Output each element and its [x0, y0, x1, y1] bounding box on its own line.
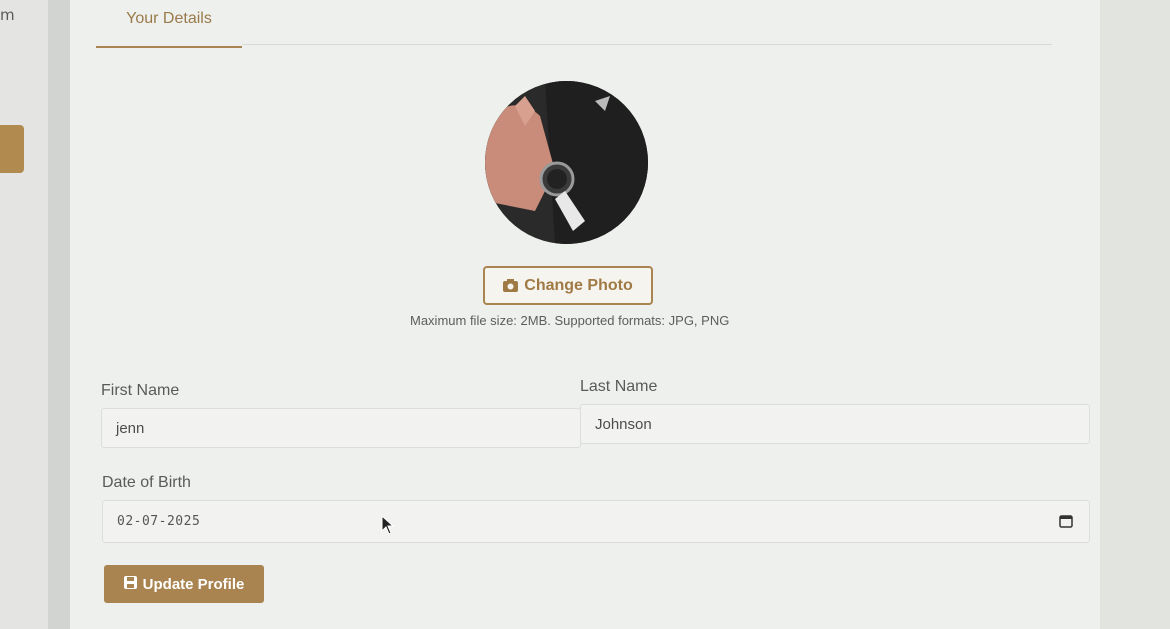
tab-your-details[interactable]: Your Details — [96, 8, 242, 48]
dob-label: Date of Birth — [102, 474, 191, 491]
change-photo-label: Change Photo — [524, 276, 633, 294]
avatar — [485, 81, 648, 244]
first-name-label: First Name — [101, 382, 180, 399]
last-name-input[interactable]: Johnson — [580, 404, 1090, 444]
last-name-value: Johnson — [595, 415, 652, 433]
tab-label: Your Details — [126, 10, 212, 27]
dob-value: 02-07-2025 — [117, 514, 201, 529]
mouse-cursor-icon — [381, 514, 395, 540]
first-name-value: jenn — [116, 419, 145, 437]
calendar-icon[interactable] — [1059, 514, 1073, 532]
gutter — [48, 0, 70, 629]
update-profile-button[interactable]: Update Profile — [104, 565, 264, 603]
avatar-photo — [485, 81, 648, 244]
sidebar: m — [0, 0, 48, 629]
update-profile-label: Update Profile — [142, 575, 245, 593]
save-icon — [123, 575, 137, 593]
tab-divider — [242, 44, 1052, 45]
sidebar-partial-text: m — [0, 6, 15, 24]
dob-input[interactable]: 02-07-2025 — [102, 500, 1090, 543]
change-photo-button[interactable]: Change Photo — [483, 266, 653, 305]
first-name-input[interactable]: jenn — [101, 408, 581, 448]
last-name-label: Last Name — [580, 378, 658, 395]
right-edge — [1100, 0, 1170, 629]
camera-icon — [503, 279, 519, 292]
photo-help-text: Maximum file size: 2MB. Supported format… — [410, 313, 730, 328]
sidebar-active-item[interactable] — [0, 125, 24, 173]
